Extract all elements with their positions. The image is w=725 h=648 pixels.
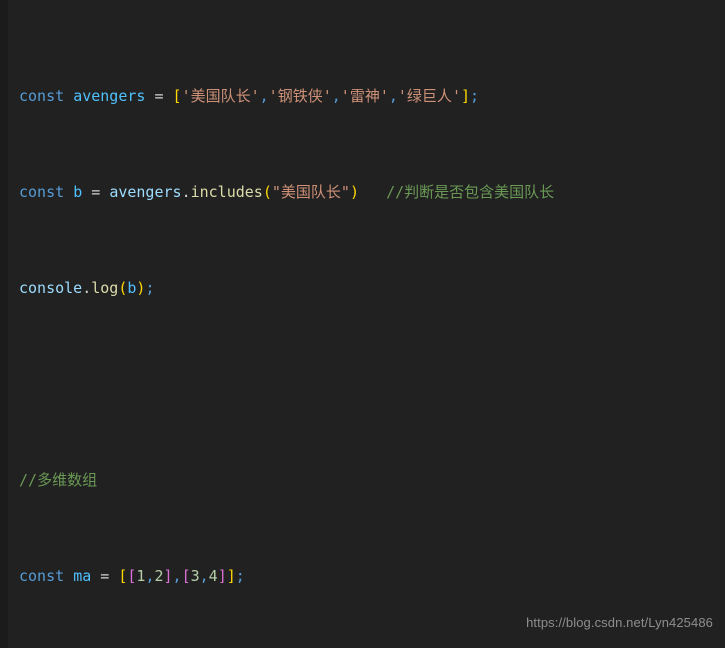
editor-gutter	[0, 0, 8, 648]
code-line-2: const b = avengers.includes("美国队长") //判断…	[19, 183, 555, 201]
code-line-6: const ma = [[1,2],[3,4]];	[19, 567, 245, 585]
code-content[interactable]: const avengers = ['美国队长','钢铁侠','雷神','绿巨人…	[19, 12, 725, 648]
code-line-1: const avengers = ['美国队长','钢铁侠','雷神','绿巨人…	[19, 87, 480, 105]
watermark-url: https://blog.csdn.net/Lyn425486	[526, 615, 713, 630]
code-editor[interactable]: const avengers = ['美国队长','钢铁侠','雷神','绿巨人…	[0, 0, 725, 648]
code-line-3: console.log(b);	[19, 279, 155, 297]
code-line-5: //多维数组	[19, 471, 98, 489]
